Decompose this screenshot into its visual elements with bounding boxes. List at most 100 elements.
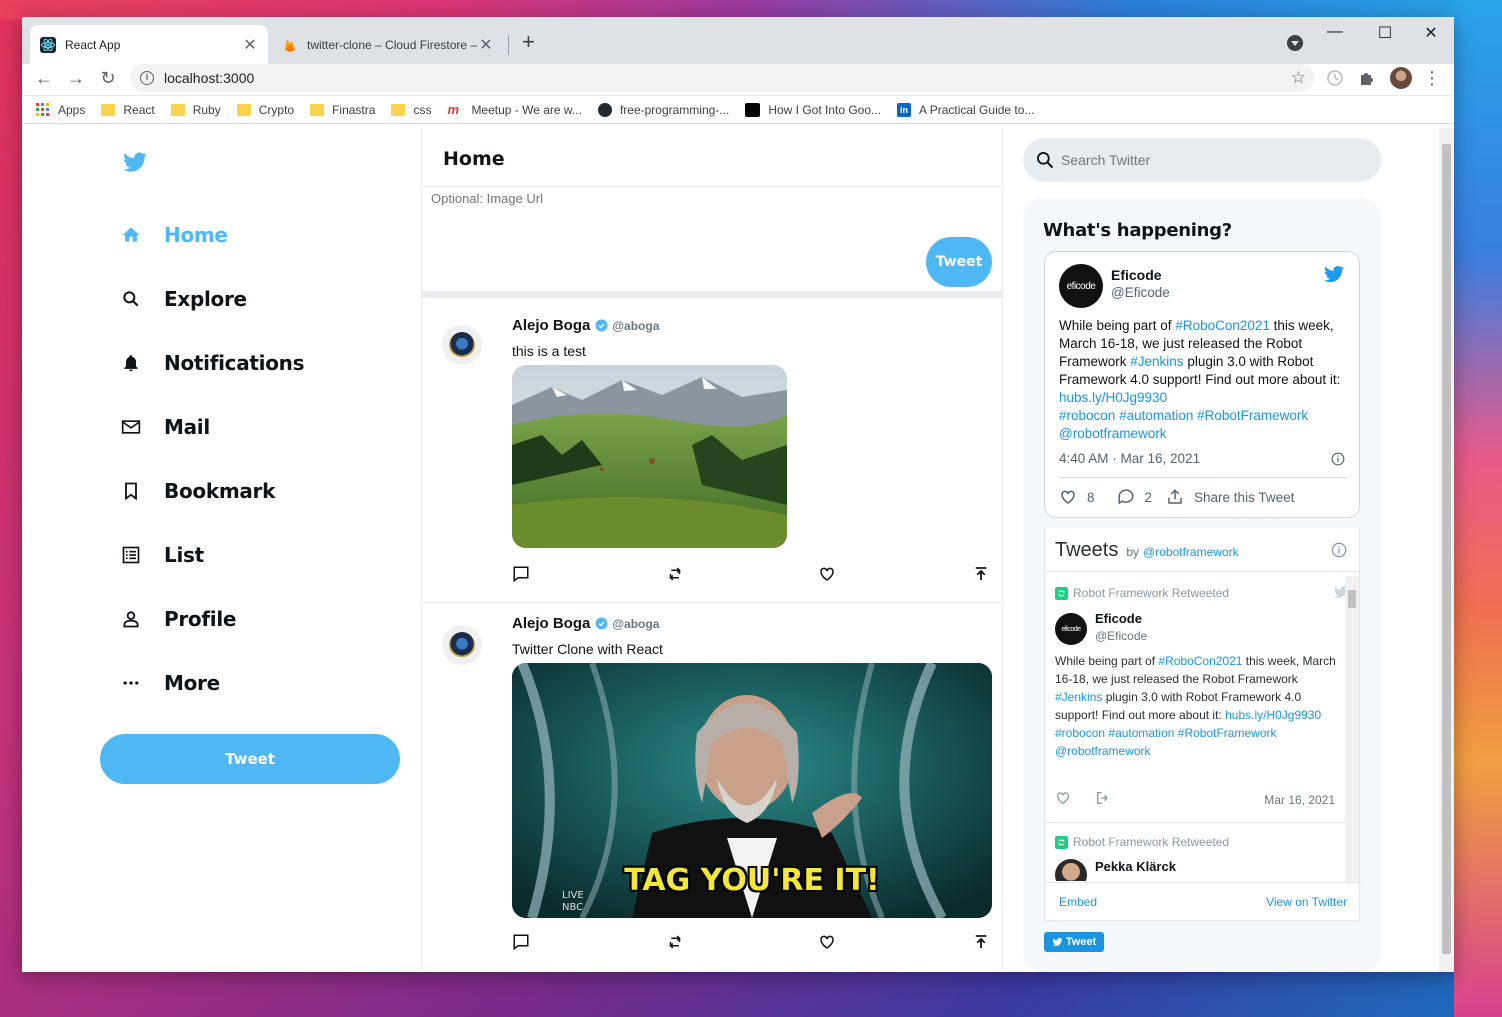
timeline-scrollbar[interactable] <box>1345 576 1359 882</box>
embedded-tweet[interactable]: eficode Eficode @Eficode While being par… <box>1044 251 1360 518</box>
eficode-avatar[interactable]: eficode <box>1055 613 1087 645</box>
share-tweet-link[interactable]: Share this Tweet <box>1194 490 1294 505</box>
tab-react-app[interactable]: React App ✕ <box>30 25 268 64</box>
tab-search-icon[interactable] <box>1287 35 1303 51</box>
sidebar-item-home[interactable]: Home <box>120 215 228 255</box>
back-icon[interactable]: ← <box>32 68 56 89</box>
info-icon[interactable] <box>1331 452 1345 466</box>
hashtag-link[interactable]: #Jenkins <box>1130 354 1183 369</box>
bookmark-react[interactable]: React <box>101 103 155 117</box>
hashtag-link[interactable]: #automation <box>1108 726 1174 740</box>
tab-firestore[interactable]: twitter-clone – Cloud Firestore – ✕ <box>270 25 506 64</box>
retweet-icon[interactable] <box>666 565 684 588</box>
post: Alejo Boga @aboga Twitter Clone with Rea… <box>422 603 1003 972</box>
view-on-twitter-link[interactable]: View on Twitter <box>1266 895 1347 909</box>
sidebar-item-profile[interactable]: Profile <box>120 599 236 639</box>
mention-link[interactable]: @robotframework <box>1055 744 1151 758</box>
url-link[interactable]: hubs.ly/H0Jg9930 <box>1225 708 1321 722</box>
timeline-handle[interactable]: @Eficode <box>1095 629 1147 643</box>
image-url-input[interactable] <box>431 191 731 206</box>
bookmark-apps[interactable]: Apps <box>36 102 85 117</box>
hashtag-link[interactable]: #RobotFramework <box>1178 726 1277 740</box>
address-bar[interactable]: i localhost:3000 ☆ <box>130 64 1314 92</box>
share-icon[interactable] <box>1166 488 1184 506</box>
tweet-badge-button[interactable]: Tweet <box>1044 932 1104 952</box>
new-tab-icon[interactable]: + <box>522 31 535 53</box>
sidebar-item-bookmark[interactable]: Bookmark <box>120 471 275 511</box>
timeline-date[interactable]: Mar 16, 2021 <box>1264 793 1335 807</box>
hashtag-link[interactable]: #RoboCon2021 <box>1175 318 1270 333</box>
twitter-bird-icon[interactable] <box>1323 264 1345 284</box>
forward-icon[interactable]: → <box>64 68 88 89</box>
post-image-mountain-landscape[interactable] <box>512 365 787 548</box>
like-icon[interactable] <box>1059 488 1077 506</box>
close-tab-icon[interactable]: ✕ <box>478 35 494 55</box>
minimize-icon[interactable]: — <box>1312 23 1358 41</box>
timeline-author[interactable]: Eficode <box>1095 611 1142 626</box>
embed-author[interactable]: Eficode <box>1111 267 1162 283</box>
sidebar-item-list[interactable]: List <box>120 535 204 575</box>
avatar[interactable] <box>442 325 482 365</box>
like-icon[interactable] <box>818 565 836 588</box>
hashtag-link[interactable]: #RobotFramework <box>1197 408 1308 423</box>
composer-tweet-button[interactable]: Tweet <box>926 237 992 287</box>
maximize-icon[interactable]: ☐ <box>1362 23 1408 43</box>
retweet-icon[interactable] <box>666 933 684 956</box>
hashtag-link[interactable]: #Jenkins <box>1055 690 1102 704</box>
twitter-logo-icon[interactable] <box>122 150 148 174</box>
timeline-author[interactable]: Pekka Klärck <box>1095 859 1176 874</box>
tweet-composer: Tweet <box>422 187 1002 298</box>
bookmark-star-icon[interactable]: ☆ <box>1291 68 1306 88</box>
avatar[interactable] <box>442 625 482 665</box>
bookmark-ruby[interactable]: Ruby <box>170 103 221 117</box>
sidebar-tweet-button[interactable]: Tweet <box>100 734 400 784</box>
timeline-item[interactable]: Robot Framework Retweeted Pekka Klärck <box>1045 823 1345 881</box>
eficode-avatar[interactable]: eficode <box>1059 264 1103 308</box>
share-icon[interactable] <box>972 565 990 588</box>
hashtag-link[interactable]: #robocon <box>1055 726 1105 740</box>
extensions-puzzle-icon[interactable] <box>1358 69 1376 87</box>
share-icon[interactable] <box>1095 790 1111 806</box>
timeline-handle-link[interactable]: @robotframework <box>1143 545 1239 559</box>
embed-handle[interactable]: @Eficode <box>1111 285 1170 300</box>
hashtag-link[interactable]: #RoboCon2021 <box>1158 654 1242 668</box>
bookmark-practical-guide[interactable]: in A Practical Guide to... <box>897 102 1034 117</box>
bookmark-how-i-got[interactable]: How I Got Into Goo... <box>745 102 881 117</box>
menu-kebab-icon[interactable]: ⋮ <box>1420 68 1444 89</box>
pekka-avatar[interactable] <box>1055 859 1087 881</box>
sidebar-item-explore[interactable]: Explore <box>120 279 247 319</box>
bookmark-free-programming[interactable]: free-programming-... <box>597 102 729 117</box>
share-icon[interactable] <box>972 933 990 956</box>
bookmark-css[interactable]: css <box>391 103 431 117</box>
embed-timestamp[interactable]: 4:40 AM · Mar 16, 2021 <box>1059 451 1200 466</box>
bookmark-crypto[interactable]: Crypto <box>236 103 294 117</box>
like-icon[interactable] <box>818 933 836 956</box>
hashtag-link[interactable]: #automation <box>1119 408 1193 423</box>
reply-count: 2 <box>1144 489 1153 505</box>
like-icon[interactable] <box>1055 790 1071 806</box>
reply-icon[interactable] <box>512 933 530 956</box>
bookmark-finastra[interactable]: Finastra <box>310 103 375 117</box>
url-link[interactable]: hubs.ly/H0Jg9930 <box>1059 390 1167 405</box>
profile-avatar[interactable] <box>1390 67 1412 89</box>
sidebar-item-more[interactable]: More <box>120 663 220 703</box>
extension-clock-icon[interactable] <box>1326 69 1344 87</box>
embed-body: While being part of #RoboCon2021 this we… <box>1059 318 1341 441</box>
post-image-gif[interactable]: LIVE NBC TAG YOU'RE IT! <box>512 663 992 918</box>
sidebar-item-mail[interactable]: Mail <box>120 407 210 447</box>
hashtag-link[interactable]: #robocon <box>1059 408 1115 423</box>
mention-link[interactable]: @robotframework <box>1059 426 1167 441</box>
reply-icon[interactable] <box>1117 488 1135 506</box>
page-scrollbar[interactable] <box>1439 128 1454 972</box>
reply-icon[interactable] <box>512 565 530 588</box>
bookmark-meetup[interactable]: m Meetup - We are w... <box>447 102 582 117</box>
sidebar-item-notifications[interactable]: Notifications <box>120 343 305 383</box>
embed-link[interactable]: Embed <box>1059 895 1097 909</box>
search-input[interactable] <box>1061 152 1341 168</box>
close-window-icon[interactable]: ✕ <box>1408 23 1454 43</box>
reload-icon[interactable]: ↻ <box>96 68 120 89</box>
info-icon[interactable]: i <box>140 71 154 85</box>
info-icon[interactable] <box>1331 542 1347 558</box>
timeline-item[interactable]: Robot Framework Retweeted eficode Eficod… <box>1045 573 1348 823</box>
close-tab-icon[interactable]: ✕ <box>242 35 258 55</box>
